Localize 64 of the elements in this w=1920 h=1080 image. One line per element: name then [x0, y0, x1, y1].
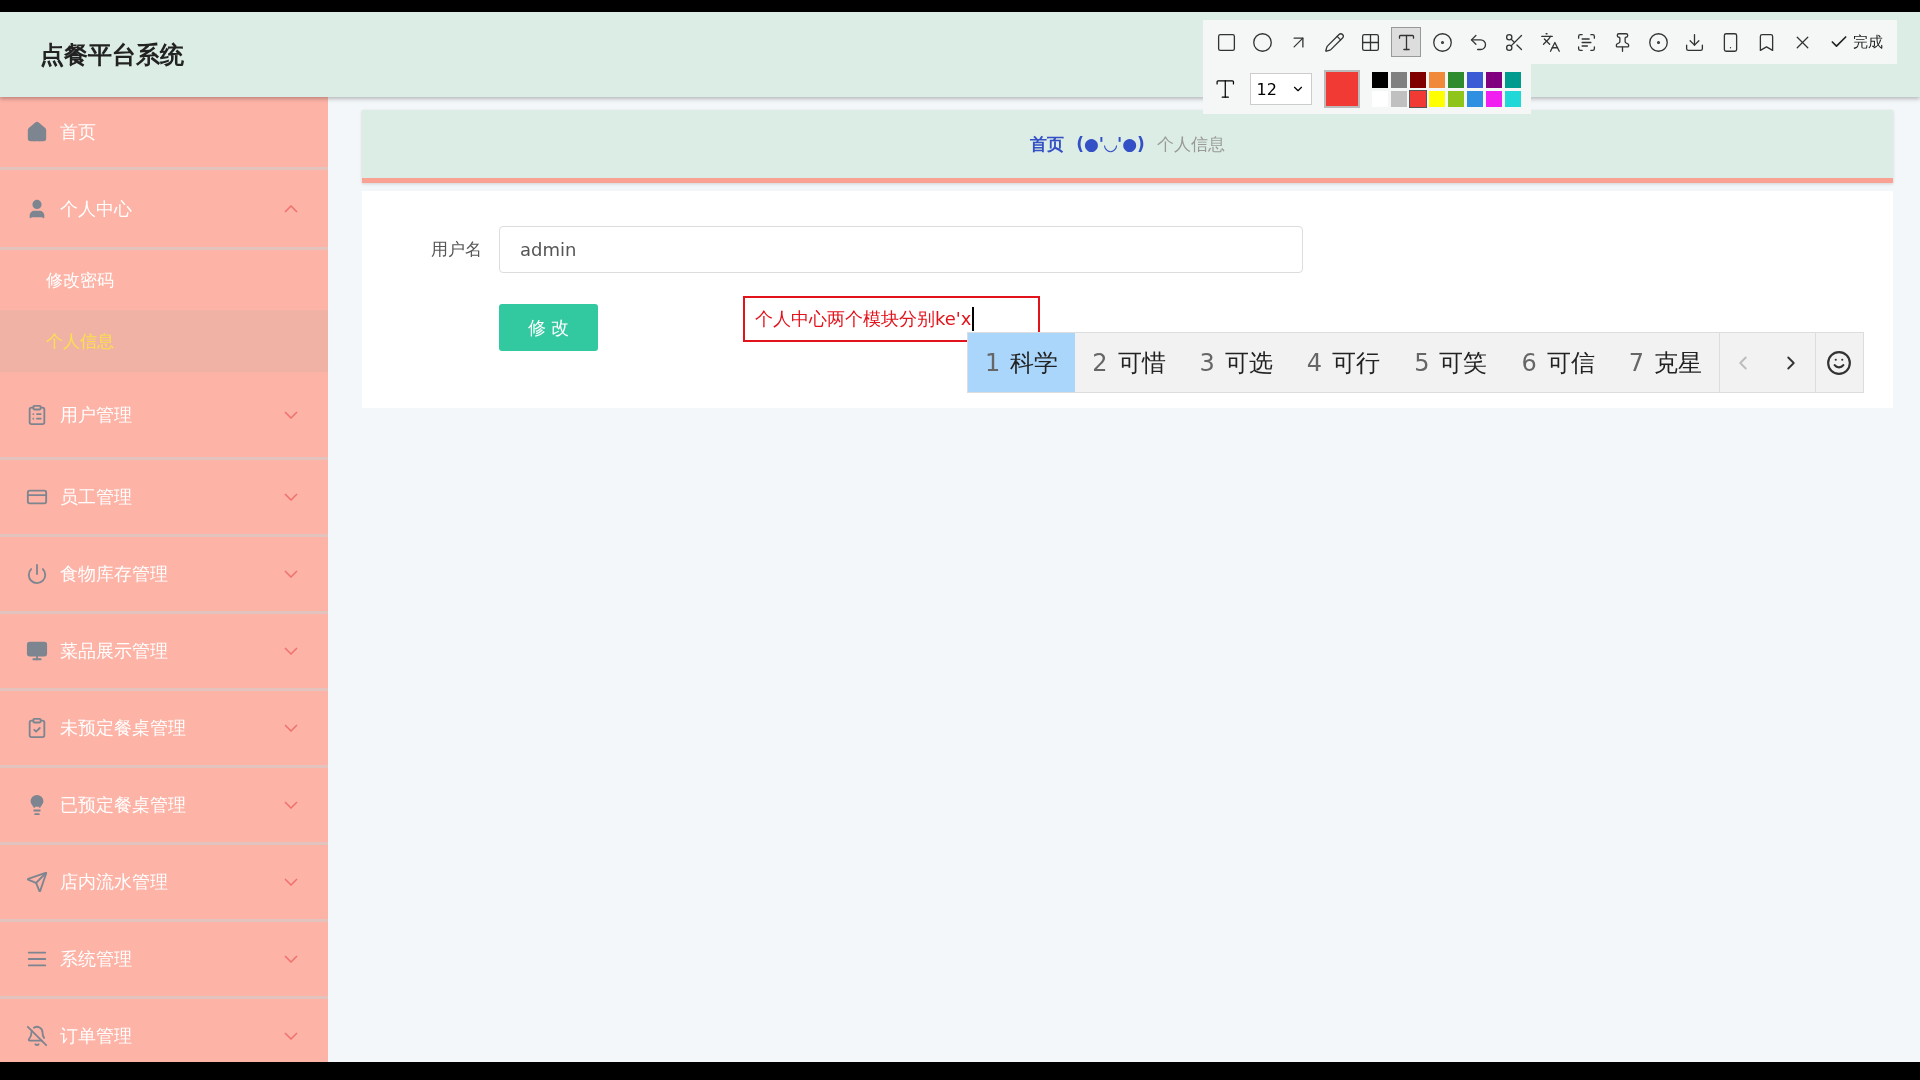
text-icon[interactable] — [1391, 27, 1421, 57]
clipboard-check-icon — [26, 717, 48, 739]
power-icon — [26, 563, 48, 585]
color-swatch[interactable] — [1448, 90, 1464, 107]
current-color-swatch — [1323, 70, 1360, 108]
font-size-select[interactable]: 12 — [1249, 73, 1312, 105]
color-swatch[interactable] — [1429, 90, 1445, 107]
done-button[interactable]: 完成 — [1823, 31, 1889, 53]
chevron-down-icon — [284, 570, 298, 578]
sidebar-item[interactable]: 首页 — [0, 97, 328, 170]
sidebar-item[interactable]: 系统管理 — [0, 922, 328, 999]
sidebar-item[interactable]: 未预定餐桌管理 — [0, 691, 328, 768]
field-label: 用户名 — [430, 238, 482, 261]
ime-candidate[interactable]: 2 可惜 — [1075, 333, 1183, 392]
color-swatch[interactable] — [1429, 71, 1445, 88]
bell-off-icon — [26, 1025, 48, 1047]
ime-candidate[interactable]: 1 科学 — [968, 333, 1076, 392]
chevron-down-icon — [284, 647, 298, 655]
ime-candidate[interactable]: 7 克星 — [1611, 333, 1719, 392]
ime-candidate[interactable]: 5 可笑 — [1397, 333, 1505, 392]
ime-candidate[interactable]: 4 可行 — [1289, 333, 1398, 392]
color-swatch[interactable] — [1505, 71, 1521, 88]
breadcrumb-link[interactable]: 首页 — [1030, 132, 1065, 156]
color-swatch[interactable] — [1467, 71, 1483, 88]
chevron-down-icon — [284, 801, 298, 809]
home-icon — [26, 121, 48, 143]
chevron-up-icon — [284, 204, 298, 213]
color-swatch[interactable] — [1391, 90, 1407, 107]
breadcrumb-current: 个人信息 — [1156, 132, 1225, 156]
clipboard-icon — [26, 403, 48, 426]
sidebar-item[interactable]: 已预定餐桌管理 — [0, 768, 328, 845]
submenu-item[interactable]: 个人信息 — [0, 310, 328, 372]
sidebar-item[interactable]: 店内流水管理 — [0, 845, 328, 922]
color-swatch[interactable] — [1410, 71, 1426, 88]
submenu-item[interactable]: 修改密码 — [0, 250, 328, 310]
paper-plane-icon — [26, 871, 48, 893]
chevron-down-icon — [284, 1032, 298, 1040]
color-swatch[interactable] — [1486, 90, 1502, 107]
color-swatch[interactable] — [1391, 71, 1407, 88]
color-swatch[interactable] — [1467, 90, 1483, 107]
sidebar-item[interactable]: 个人中心 — [0, 170, 328, 250]
chevron-down-icon — [284, 493, 298, 501]
chevron-down-icon — [284, 878, 298, 886]
color-swatch[interactable] — [1448, 71, 1464, 88]
edit-button[interactable]: 修 改 — [499, 304, 598, 351]
sidebar-item[interactable]: 食物库存管理 — [0, 537, 328, 614]
chevron-down-icon — [284, 724, 298, 732]
chevron-down-icon — [284, 410, 298, 419]
ime-candidate[interactable]: 3 可选 — [1182, 333, 1290, 392]
sidebar-item[interactable]: 菜品展示管理 — [0, 614, 328, 691]
smiley-icon — [1826, 349, 1853, 376]
color-swatch[interactable] — [1505, 90, 1521, 107]
color-swatch[interactable] — [1372, 71, 1388, 88]
sidebar-item[interactable]: 员工管理 — [0, 460, 328, 537]
ime-candidate[interactable]: 6 可信 — [1504, 333, 1612, 392]
app-title: 点餐平台系统 — [40, 39, 184, 71]
sidebar-item[interactable]: 订单管理 — [0, 999, 328, 1062]
color-swatch[interactable] — [1486, 71, 1502, 88]
chevron-down-icon — [284, 955, 298, 963]
monitor-icon — [26, 640, 48, 662]
sidebar-item[interactable]: 用户管理 — [0, 372, 328, 460]
color-swatch[interactable] — [1410, 90, 1426, 107]
username-field[interactable]: admin — [499, 226, 1303, 273]
breadcrumb-separator: (●'◡'●) — [1076, 134, 1145, 154]
